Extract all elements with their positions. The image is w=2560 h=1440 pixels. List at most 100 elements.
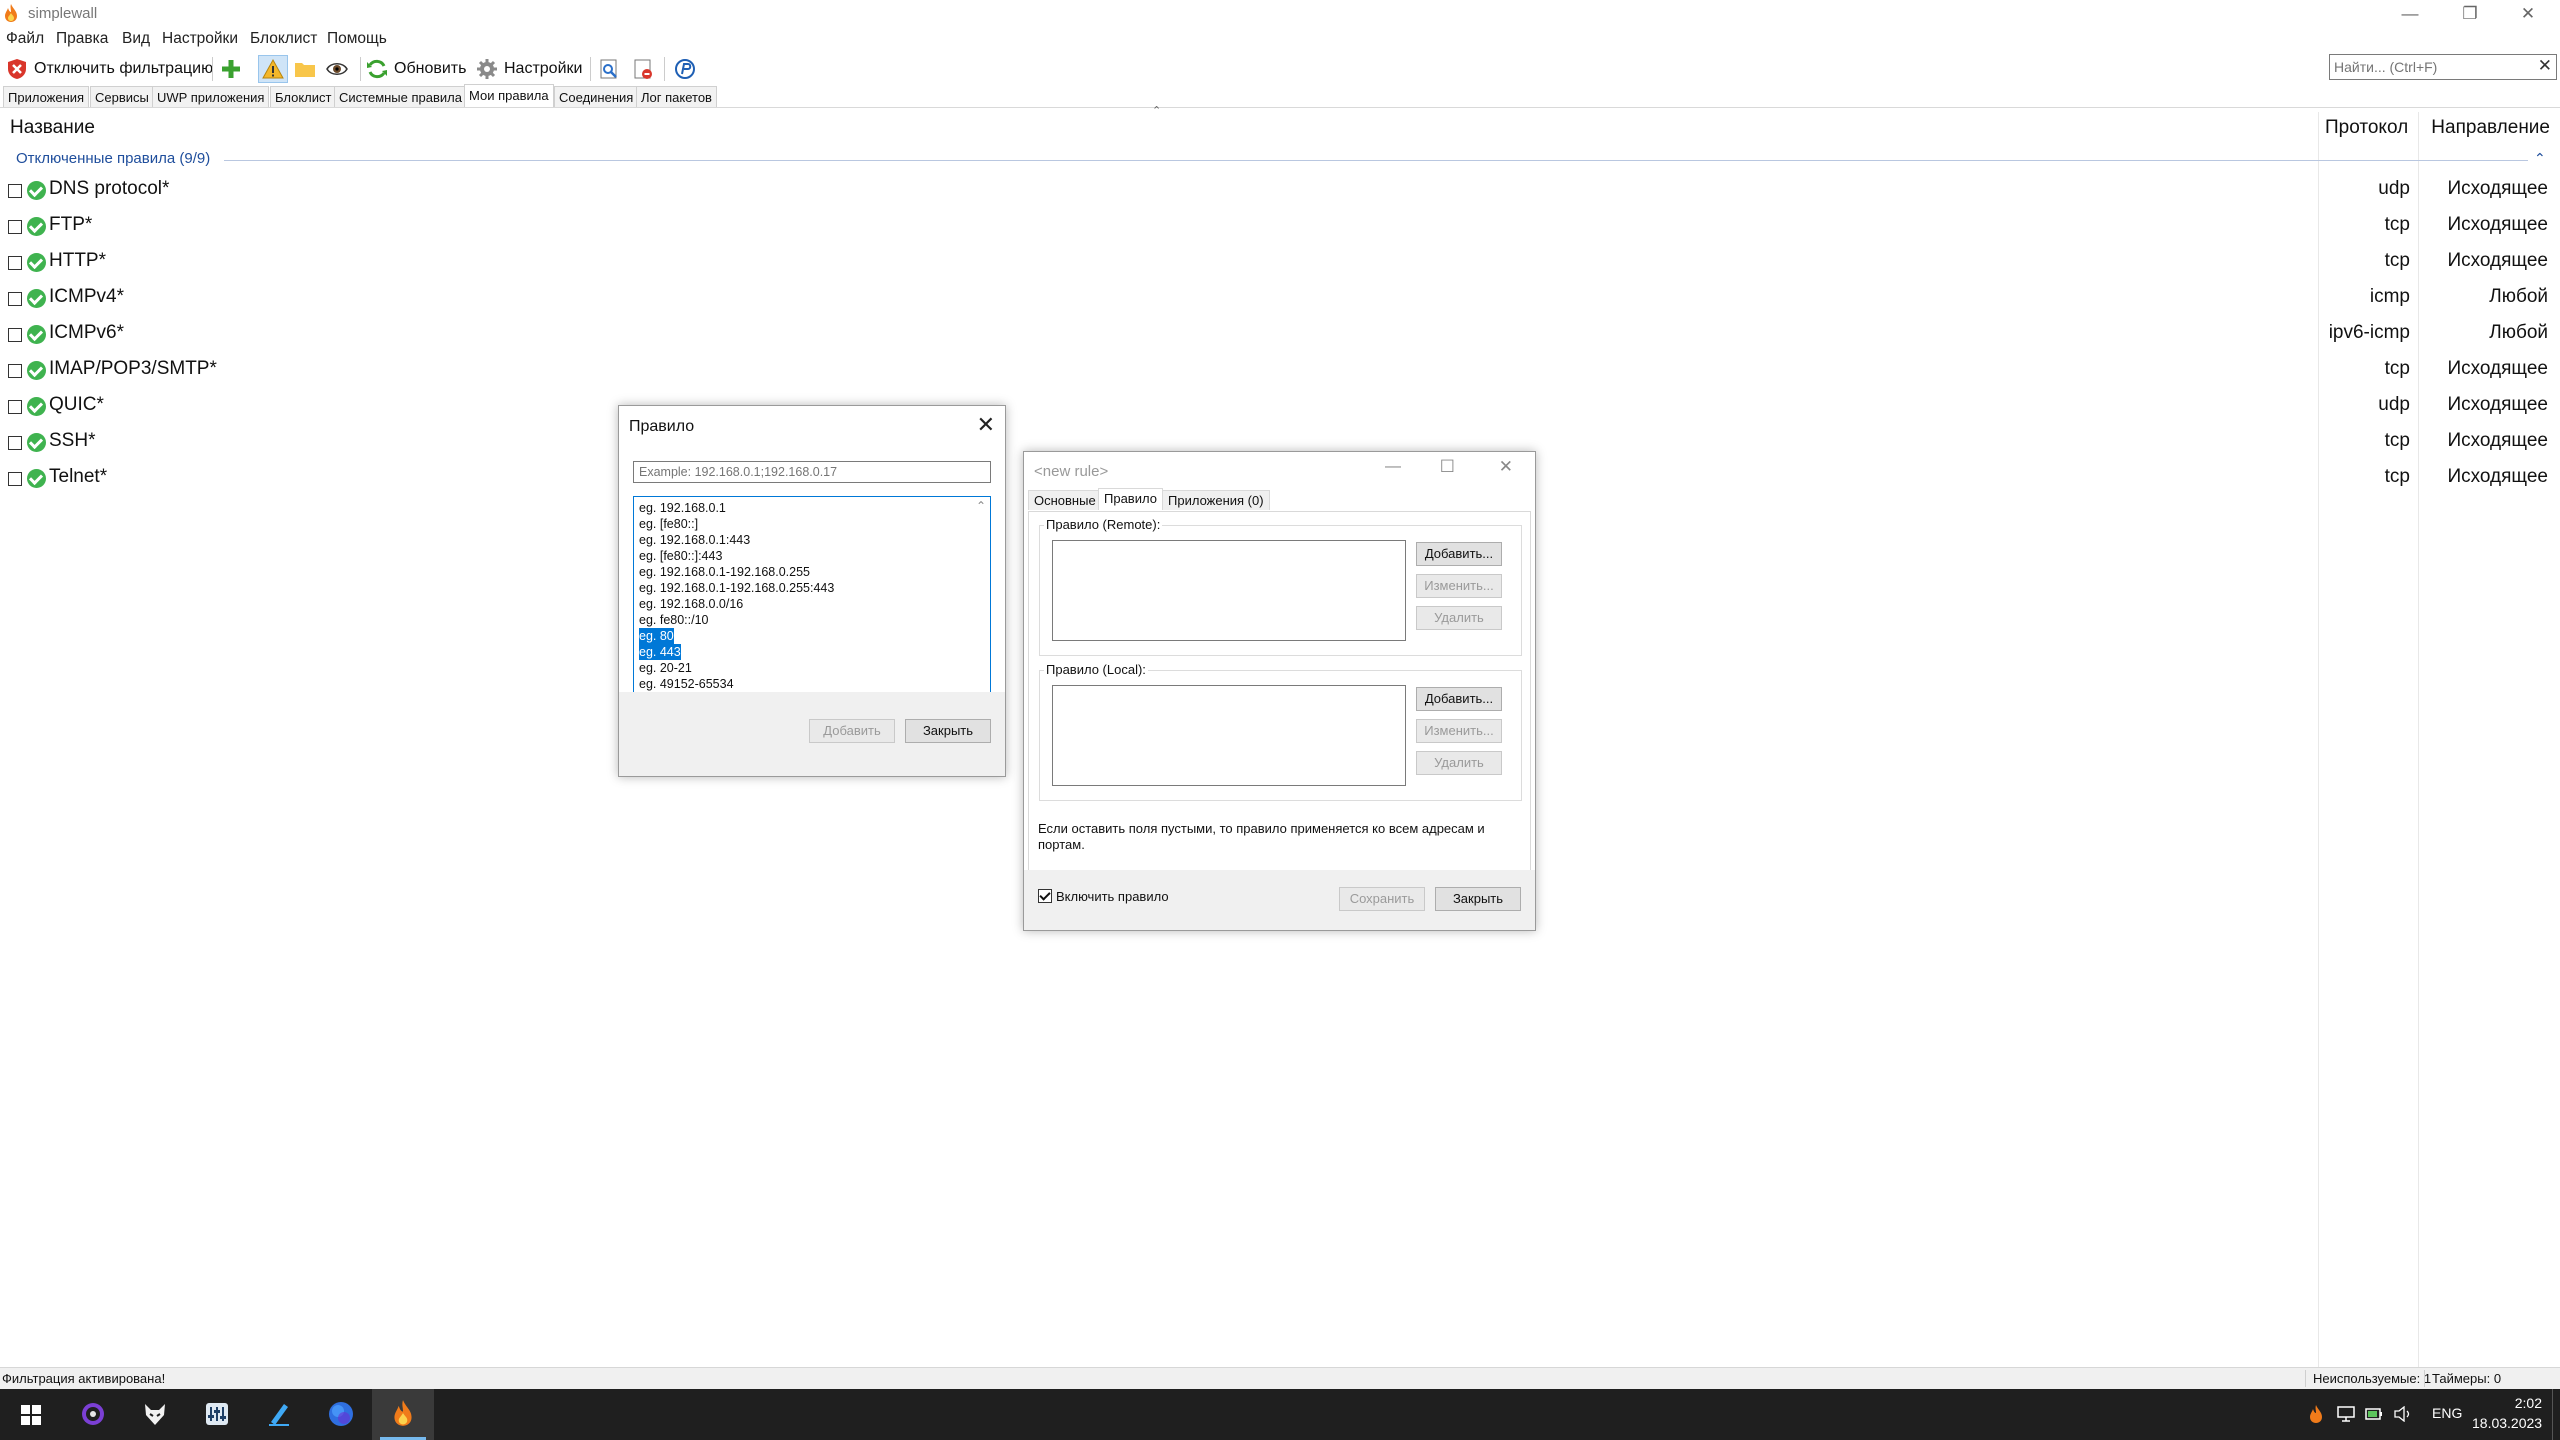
example-item-selected[interactable]: eg. 443 [639,644,681,660]
tab-uwp-apps[interactable]: UWP приложения [152,86,270,107]
close-button[interactable]: ✕ [2498,0,2558,28]
menu-blocklist[interactable]: Блоклист [250,30,317,48]
examples-list[interactable]: eg. 192.168.0.1 eg. [fe80::] eg. 192.168… [633,496,991,706]
rule-checkbox[interactable] [8,472,22,486]
example-item-selected[interactable]: eg. 80 [639,628,674,644]
tab-blocklist[interactable]: Блоклист [270,86,337,107]
notifications-button[interactable] [258,55,288,83]
remote-rule-list[interactable] [1052,540,1406,641]
taskbar-app[interactable] [310,1389,372,1440]
add-rule-button[interactable] [220,55,248,83]
refresh-button[interactable]: Обновить [366,55,466,83]
enable-rule-checkbox[interactable] [1038,889,1052,903]
add-button[interactable]: Добавить [809,719,895,743]
close-dialog-button[interactable]: Закрыть [905,719,991,743]
tab-connections[interactable]: Соединения [554,86,639,107]
taskbar-app[interactable] [248,1389,310,1440]
show-desktop-button[interactable] [2552,1389,2553,1440]
close-button[interactable]: ✕ [1499,457,1513,477]
minimize-button[interactable]: — [1385,458,1401,476]
example-item[interactable]: eg. 192.168.0.1-192.168.0.255:443 [639,580,834,596]
group-header-disabled-rules[interactable]: Отключенные правила (9/9) [16,150,210,167]
remote-add-button[interactable]: Добавить... [1416,542,1502,566]
disable-filtering-button[interactable]: Отключить фильтрацию [6,55,213,83]
rule-checkbox[interactable] [8,220,22,234]
column-header-protocol[interactable]: Протокол [2325,117,2408,139]
battery-tray-icon[interactable] [2365,1408,2383,1420]
close-dialog-button[interactable]: Закрыть [1435,887,1521,911]
rule-checkbox[interactable] [8,400,22,414]
rule-checkbox[interactable] [8,436,22,450]
taskbar-app[interactable] [186,1389,248,1440]
search-box[interactable]: ✕ [2329,54,2557,80]
taskbar-app[interactable] [124,1389,186,1440]
remote-edit-button[interactable]: Изменить... [1416,574,1502,598]
remote-delete-button[interactable]: Удалить [1416,606,1502,630]
save-button[interactable]: Сохранить [1339,887,1425,911]
menu-file[interactable]: Файл [6,30,44,48]
rule-address-input[interactable] [633,461,991,483]
menu-help[interactable]: Помощь [327,30,387,48]
taskbar-app-simplewall[interactable] [372,1389,434,1440]
collapse-chevron-icon[interactable]: ⌃ [2534,150,2546,167]
rule-row[interactable]: FTP* tcp Исходящее [0,210,2560,246]
local-add-button[interactable]: Добавить... [1416,687,1502,711]
search-input[interactable] [2334,58,2529,76]
local-delete-button[interactable]: Удалить [1416,751,1502,775]
rule-row[interactable]: DNS protocol* udp Исходящее [0,174,2560,210]
open-log-button[interactable] [598,55,626,83]
logging-button[interactable] [294,55,322,83]
example-item[interactable]: eg. 20-21 [639,660,692,676]
tab-my-rules[interactable]: Мои правила [464,84,554,108]
menu-view[interactable]: Вид [122,30,150,48]
start-button[interactable] [0,1389,62,1440]
column-header-name[interactable]: Название [10,117,95,139]
tab-system-rules[interactable]: Системные правила [334,86,467,107]
tab-services[interactable]: Сервисы [90,86,154,107]
view-button[interactable] [326,55,354,83]
network-tray-icon[interactable] [2337,1406,2355,1422]
rule-row[interactable]: ICMPv4* icmp Любой [0,282,2560,318]
example-item[interactable]: eg. 49152-65534 [639,676,734,692]
enable-rule-label[interactable]: Включить правило [1056,889,1169,904]
taskbar-app[interactable] [62,1389,124,1440]
example-item[interactable]: eg. [fe80::] [639,516,698,532]
column-header-direction[interactable]: Направление [2431,117,2550,139]
clear-log-button[interactable] [632,55,660,83]
example-item[interactable]: eg. fe80::/10 [639,612,709,628]
examples-scrollbar[interactable]: ⌃ ⌄ [974,499,988,703]
rule-checkbox[interactable] [8,184,22,198]
example-item[interactable]: eg. 192.168.0.1-192.168.0.255 [639,564,810,580]
menu-edit[interactable]: Правка [56,30,108,48]
volume-tray-icon[interactable] [2393,1406,2413,1422]
example-item[interactable]: eg. 192.168.0.1:443 [639,532,750,548]
tab-rule[interactable]: Правило [1098,488,1163,510]
scroll-up-icon[interactable]: ⌃ [976,499,986,513]
rule-row[interactable]: IMAP/POP3/SMTP* tcp Исходящее [0,354,2560,390]
tab-general[interactable]: Основные [1028,490,1102,510]
settings-button[interactable]: Настройки [476,55,582,83]
menu-settings[interactable]: Настройки [162,30,238,48]
example-item[interactable]: eg. [fe80::]:443 [639,548,722,564]
rule-checkbox[interactable] [8,292,22,306]
tab-packet-log[interactable]: Лог пакетов [636,86,717,107]
rule-row[interactable]: HTTP* tcp Исходящее [0,246,2560,282]
flame-tray-icon[interactable] [2309,1405,2323,1423]
rule-row[interactable]: QUIC* udp Исходящее [0,390,2560,426]
clock-date[interactable]: 18.03.2023 [2472,1415,2542,1431]
example-item[interactable]: eg. 192.168.0.0/16 [639,596,743,612]
example-item[interactable]: eg. 192.168.0.1 [639,500,726,516]
local-edit-button[interactable]: Изменить... [1416,719,1502,743]
clock-time[interactable]: 2:02 [2497,1395,2542,1411]
rule-checkbox[interactable] [8,364,22,378]
restore-button[interactable]: ❐ [2440,0,2500,28]
maximize-button[interactable]: ☐ [1440,457,1455,477]
tab-applications[interactable]: Приложения (0) [1162,490,1270,510]
tab-apps[interactable]: Приложения [3,86,90,107]
minimize-button[interactable]: — [2380,0,2440,28]
input-language[interactable]: ENG [2432,1405,2462,1421]
donate-button[interactable] [674,55,702,83]
rule-checkbox[interactable] [8,256,22,270]
rule-checkbox[interactable] [8,328,22,342]
rule-row[interactable]: ICMPv6* ipv6-icmp Любой [0,318,2560,354]
